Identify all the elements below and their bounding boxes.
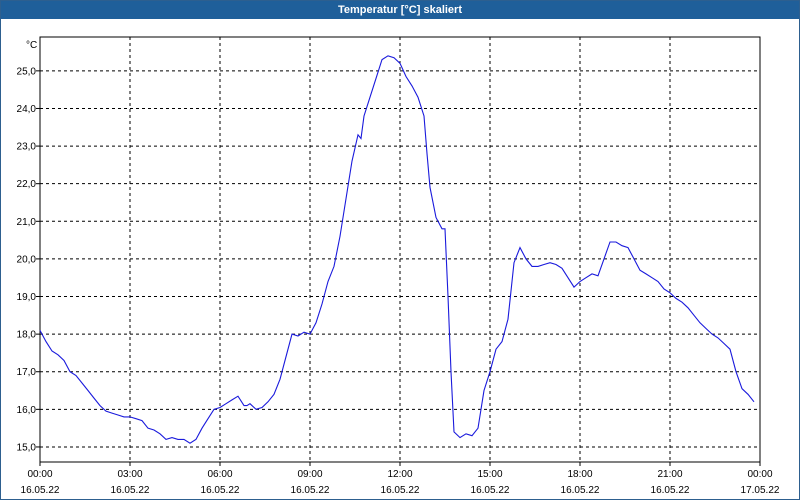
- y-tick-labels: 15,0 16,0 17,0 18,0 19,0 20,0 21,0 22,0 23,0 24,0…: [17, 66, 37, 453]
- x-tick-time: 03:00: [117, 469, 142, 480]
- x-tick-time: 09:00: [297, 469, 322, 480]
- y-tick-label: 16,0: [17, 405, 37, 416]
- x-tick-time: 15:00: [477, 469, 502, 480]
- y-tick-label: 22,0: [17, 179, 37, 190]
- x-tick-date: 16.05.22: [651, 485, 690, 496]
- y-axis-unit: °C: [26, 40, 37, 51]
- x-tick-time: 12:00: [387, 469, 412, 480]
- x-tick-time: 06:00: [207, 469, 232, 480]
- x-tick-date: 16.05.22: [561, 485, 600, 496]
- y-tick-label: 25,0: [17, 66, 37, 77]
- grid: [40, 37, 760, 462]
- x-tick-time: 18:00: [567, 469, 592, 480]
- x-tick-date: 16.05.22: [111, 485, 150, 496]
- x-tick-time: 00:00: [747, 469, 772, 480]
- series-line: [39, 55, 755, 444]
- series-layer: [39, 55, 755, 444]
- x-tick-date: 17.05.22: [741, 485, 780, 496]
- x-tick-date: 16.05.22: [291, 485, 330, 496]
- x-tick-time: 21:00: [657, 469, 682, 480]
- y-tick-label: 17,0: [17, 367, 37, 378]
- x-tick-labels: 00:00 16.05.22 03:00 16.05.22 06:00 16.05.22 0…: [21, 469, 780, 496]
- x-tick-date: 16.05.22: [471, 485, 510, 496]
- x-tick-date: 16.05.22: [21, 485, 60, 496]
- y-tick-label: 18,0: [17, 330, 37, 341]
- y-tick-label: 20,0: [17, 254, 37, 265]
- x-tick-time: 00:00: [27, 469, 52, 480]
- temperature-chart: 15,0 16,0 17,0 18,0 19,0 20,0 21,0 22,0 23,0 24,0…: [17, 36, 780, 496]
- y-tick-label: 24,0: [17, 104, 37, 115]
- y-tick-label: 23,0: [17, 142, 37, 153]
- x-tick-date: 16.05.22: [201, 485, 240, 496]
- y-tick-label: 19,0: [17, 292, 37, 303]
- y-tick-label: 21,0: [17, 217, 37, 228]
- x-tick-date: 16.05.22: [381, 485, 420, 496]
- axes: [36, 36, 761, 466]
- y-tick-label: 15,0: [17, 442, 37, 453]
